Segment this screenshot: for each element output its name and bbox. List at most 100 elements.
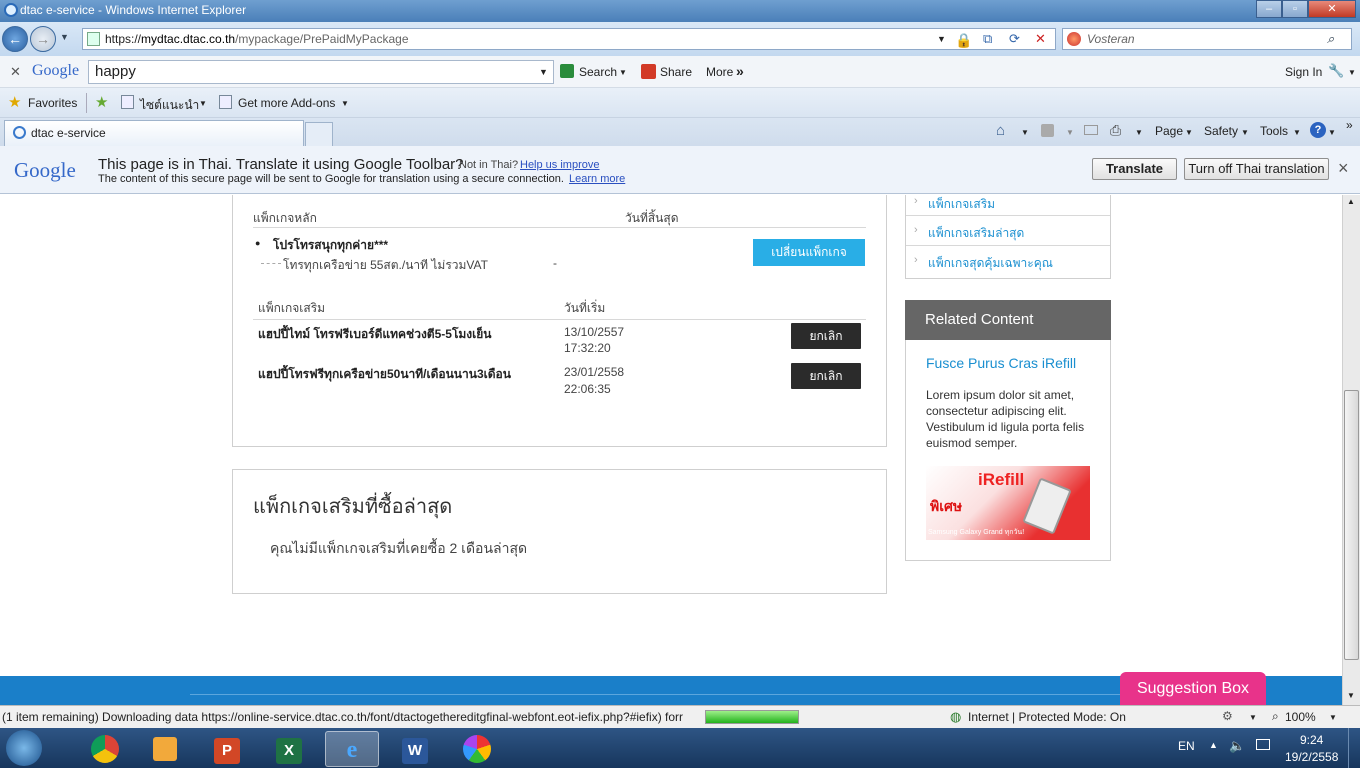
powerpoint-taskbar-icon[interactable]: P [200,731,254,767]
turn-off-translation-button[interactable]: Turn off Thai translation [1184,158,1329,180]
side-menu-item[interactable]: › แพ็กเกจเสริมล่าสุด [906,216,1110,246]
zoom-level[interactable]: 100% [1285,710,1316,724]
page-content: แพ็กเกจหลัก วันที่สิ้นสุด ● โปรโทรสนุกทุ… [210,195,1130,635]
main-package-name: โปรโทรสนุกทุกค่าย*** [273,238,389,252]
minimize-button[interactable]: – [1256,0,1282,18]
clock-date[interactable]: 19/2/2558 [1285,750,1338,764]
excel-taskbar-icon[interactable]: X [262,731,316,767]
tab-loading-icon [13,126,26,139]
main-package-detail: โทรทุกเครือข่าย 55สต./นาที ไม่รวมVAT [283,258,488,272]
wrench-menu-arrow-icon[interactable]: ▼ [1348,68,1356,77]
scroll-up-icon[interactable]: ▲ [1347,197,1355,206]
addon-time-2: 22:06:35 [564,382,611,396]
clock-time[interactable]: 9:24 [1300,733,1323,747]
suggested-sites-link[interactable]: ไซต์แนะนำ [140,96,199,115]
back-button[interactable]: ← [2,26,28,52]
home-icon[interactable]: ⌂ [996,122,1005,139]
url-host: mydtac.dtac.co.th [141,32,236,46]
stop-icon[interactable]: ✕ [1035,29,1046,49]
vertical-scrollbar[interactable]: ▲ ▼ [1342,195,1360,705]
wrench-icon[interactable]: 🔧 [1328,63,1344,79]
safety-menu-arrow-icon[interactable]: ▼ [1241,128,1249,137]
help-arrow-icon[interactable]: ▼ [1328,128,1336,137]
get-addons-link[interactable]: Get more Add-ons [238,96,335,110]
change-package-button[interactable]: เปลี่ยนแพ็กเกจ [753,239,865,266]
start-button[interactable] [6,730,42,766]
commandbar-chevron-icon[interactable]: » [1346,118,1353,132]
addon-package-header: แพ็กเกจเสริม [258,301,326,315]
settings-gear-icon[interactable]: ⚙ [1222,709,1233,723]
related-content-link[interactable]: Fusce Purus Cras iRefill [926,355,1076,371]
suggestion-box-button[interactable]: Suggestion Box [1120,672,1266,705]
new-tab-button[interactable] [305,122,333,146]
compatibility-view-icon[interactable]: ⧉ [983,29,992,49]
chrome-taskbar-icon[interactable] [78,731,132,767]
page-menu[interactable]: Page [1155,124,1183,138]
learn-more-link[interactable]: Learn more [569,173,625,185]
print-icon[interactable]: ⎙ [1110,122,1121,139]
media-player-taskbar-icon[interactable] [138,731,192,767]
irefill-banner[interactable]: iRefill พิเศษ Samsung Galaxy Grand ทุกวั… [926,466,1090,540]
forward-button[interactable]: → [30,26,56,52]
tools-menu[interactable]: Tools [1260,124,1288,138]
google-search-input[interactable]: happy ▼ [88,60,554,84]
window-title-bar: dtac e-service - Windows Internet Explor… [0,0,1360,22]
favorites-button[interactable]: Favorites [28,96,77,110]
network-icon[interactable] [1256,739,1270,750]
tools-menu-arrow-icon[interactable]: ▼ [1293,128,1301,137]
help-icon[interactable]: ? [1310,122,1326,138]
lock-icon[interactable]: 🔒 [955,30,972,50]
close-translate-bar-icon[interactable]: × [1338,158,1349,179]
maximize-button[interactable]: ▫ [1282,0,1308,18]
google-search-icon [560,64,574,78]
share-button[interactable]: Share [660,65,692,79]
home-arrow-icon[interactable]: ▼ [1021,128,1029,137]
address-input[interactable]: https://mydtac.dtac.co.th/mypackage/PreP… [82,28,1056,50]
chevron-right-icon: › [914,224,918,236]
safety-menu[interactable]: Safety [1204,124,1238,138]
search-icon[interactable]: ⌕ [1327,29,1334,49]
feeds-icon[interactable] [1041,124,1054,137]
add-favorite-icon[interactable]: ★ [95,93,108,111]
mail-icon[interactable] [1084,125,1098,135]
page-menu-arrow-icon[interactable]: ▼ [1185,128,1193,137]
more-button[interactable]: More [706,65,733,79]
addons-arrow-icon[interactable]: ▼ [341,99,349,108]
vosteran-icon [1067,32,1081,46]
scrollbar-thumb[interactable] [1344,390,1359,660]
scroll-down-icon[interactable]: ▼ [1347,691,1355,700]
related-content-body: Lorem ipsum dolor sit amet, consectetur … [926,388,1085,450]
volume-icon[interactable]: 🔈 [1229,738,1245,754]
side-menu-item[interactable]: › แพ็กเกจสุดคุ้มเฉพาะคุณ [906,246,1110,278]
close-toolbar-icon[interactable]: ✕ [10,64,21,80]
show-desktop-button[interactable] [1348,728,1360,768]
word-taskbar-icon[interactable]: W [388,731,442,767]
security-zone-text[interactable]: Internet | Protected Mode: On [968,710,1126,724]
pinwheel-taskbar-icon[interactable] [450,731,504,767]
print-arrow-icon[interactable]: ▼ [1135,128,1143,137]
feeds-arrow-icon[interactable]: ▼ [1066,128,1074,137]
recent-pages-arrow-icon[interactable]: ▼ [60,32,69,42]
search-dropdown-icon[interactable]: ▼ [539,61,548,83]
ie-taskbar-icon[interactable]: e [325,731,379,767]
refresh-icon[interactable]: ⟳ [1009,29,1020,49]
search-provider-input[interactable]: Vosteran ⌕ [1062,28,1352,50]
cancel-addon-button[interactable]: ยกเลิก [791,323,861,349]
language-indicator[interactable]: EN [1178,739,1195,753]
suggested-sites-arrow-icon[interactable]: ▼ [199,99,207,108]
show-hidden-icons-icon[interactable]: ▲ [1209,740,1218,750]
translate-button[interactable]: Translate [1092,158,1177,180]
more-arrows-icon[interactable]: » [736,63,744,79]
zoom-arrow-icon[interactable]: ▼ [1329,713,1337,722]
related-content-panel: Related Content Fusce Purus Cras iRefill… [905,300,1111,561]
close-window-button[interactable]: ✕ [1308,0,1356,18]
help-improve-link[interactable]: Help us improve [520,159,599,171]
settings-arrow-icon[interactable]: ▼ [1249,713,1257,722]
sign-in-link[interactable]: Sign In [1285,65,1322,79]
search-menu-arrow-icon[interactable]: ▼ [619,68,627,77]
google-search-button[interactable]: Search [579,65,617,79]
address-dropdown-icon[interactable]: ▼ [937,29,946,49]
tab-dtac-eservice[interactable]: dtac e-service [4,120,304,146]
cancel-addon-button[interactable]: ยกเลิก [791,363,861,389]
side-menu-item[interactable]: › แพ็กเกจเสริม [906,195,1110,216]
